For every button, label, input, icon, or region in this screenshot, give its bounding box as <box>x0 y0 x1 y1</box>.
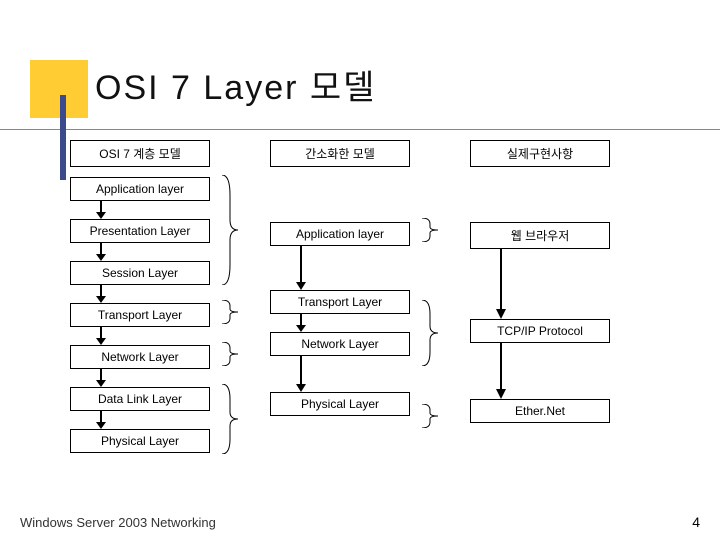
brace-icon <box>220 175 238 285</box>
brace-icon <box>220 300 238 324</box>
column-osi: OSI 7 계층 모델 Application layer Presentati… <box>70 140 210 453</box>
column-simplified: 간소화한 모델 Application layer Transport Laye… <box>270 140 410 416</box>
arrow-down-icon <box>70 411 210 429</box>
brace-icon <box>420 218 438 242</box>
accent-square <box>30 60 88 118</box>
osi-layer-session: Session Layer <box>70 261 210 285</box>
brace-icon <box>220 342 238 366</box>
simplified-layer-network: Network Layer <box>270 332 410 356</box>
simplified-layer-physical: Physical Layer <box>270 392 410 416</box>
arrow-down-icon <box>470 343 610 399</box>
simplified-layer-transport: Transport Layer <box>270 290 410 314</box>
slide-header: OSI 7 Layer 모델 <box>0 0 720 130</box>
osi-diagram: OSI 7 계층 모델 Application layer Presentati… <box>70 140 670 480</box>
osi-layer-network: Network Layer <box>70 345 210 369</box>
implementation-tcpip: TCP/IP Protocol <box>470 319 610 343</box>
arrow-down-icon <box>70 243 210 261</box>
implementation-ethernet: Ether.Net <box>470 399 610 423</box>
osi-layer-transport: Transport Layer <box>70 303 210 327</box>
brace-icon <box>420 404 438 428</box>
implementation-header: 실제구현사항 <box>470 140 610 167</box>
page-title: OSI 7 Layer 모델 <box>95 60 720 109</box>
column-implementation: 실제구현사항 웹 브라우저 TCP/IP Protocol Ether.Net <box>470 140 610 423</box>
osi-layer-physical: Physical Layer <box>70 429 210 453</box>
arrow-down-icon <box>70 285 210 303</box>
arrow-down-icon <box>270 356 410 392</box>
arrow-down-icon <box>270 246 410 290</box>
osi-layer-presentation: Presentation Layer <box>70 219 210 243</box>
page-number: 4 <box>692 514 700 530</box>
brace-icon <box>420 300 438 366</box>
arrow-down-icon <box>70 327 210 345</box>
simplified-layer-application: Application layer <box>270 222 410 246</box>
footer-text: Windows Server 2003 Networking <box>20 515 700 530</box>
arrow-down-icon <box>470 249 610 319</box>
arrow-down-icon <box>70 201 210 219</box>
arrow-down-icon <box>270 314 410 332</box>
accent-bar <box>60 95 66 180</box>
brace-icon <box>220 384 238 454</box>
implementation-web-browser: 웹 브라우저 <box>470 222 610 249</box>
simplified-header: 간소화한 모델 <box>270 140 410 167</box>
arrow-down-icon <box>70 369 210 387</box>
osi-layer-datalink: Data Link Layer <box>70 387 210 411</box>
osi-layer-application: Application layer <box>70 177 210 201</box>
osi-header: OSI 7 계층 모델 <box>70 140 210 167</box>
